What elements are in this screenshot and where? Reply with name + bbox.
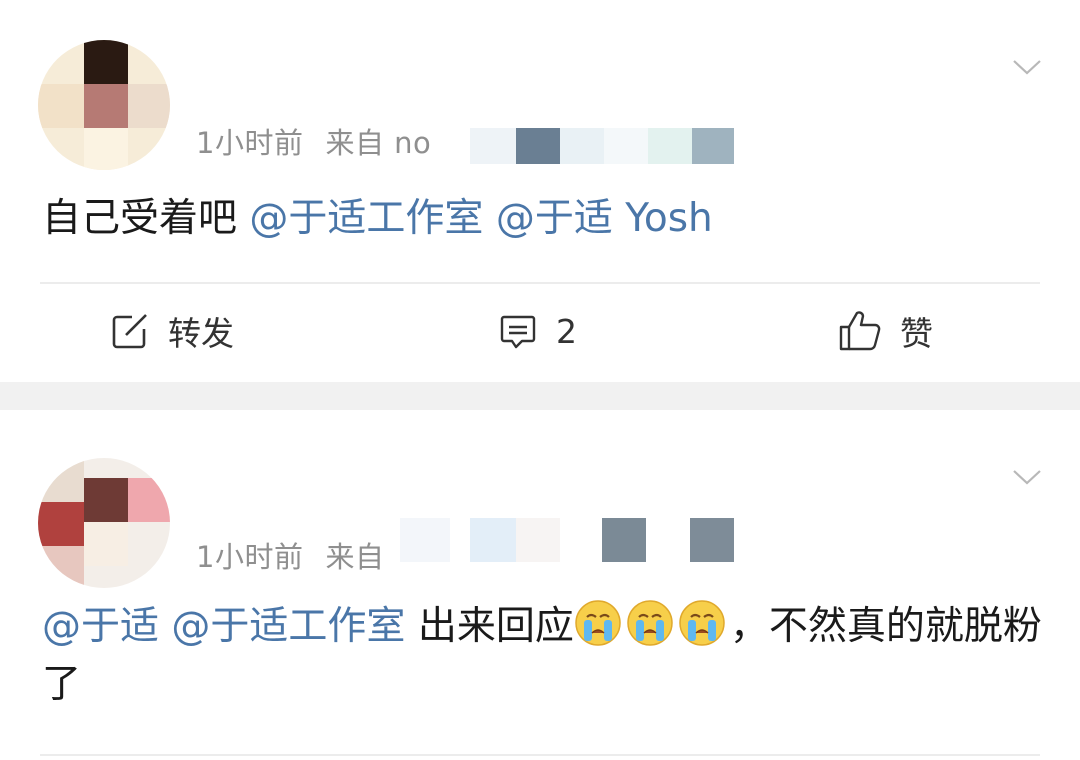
repost-label: 转发 (168, 314, 234, 353)
post-meta: 1小时前 来自 no (196, 120, 453, 162)
pixelated-source (400, 518, 734, 562)
section-separator (0, 382, 1080, 410)
chevron-down-icon[interactable] (1012, 462, 1042, 492)
crying-emoji (575, 600, 621, 646)
post-content: 自己受着吧 @于适工作室 @于适 Yosh (42, 190, 713, 248)
mention-link[interactable]: @于适工作室 (171, 604, 405, 649)
post-source: 来自 (325, 540, 385, 574)
crying-emoji (679, 600, 725, 646)
post-meta: 1小时前 来自 (196, 534, 406, 576)
comment-bubble-icon (500, 315, 536, 349)
mention-link[interactable]: @于适工作室 (249, 196, 483, 241)
crying-emoji (627, 600, 673, 646)
post-source: 来自 no (325, 126, 432, 160)
chevron-down-icon[interactable] (1012, 52, 1042, 82)
post-time: 1小时前 (196, 126, 304, 160)
content-text (483, 196, 495, 241)
content-text (159, 604, 171, 649)
comment-count: 2 (556, 311, 577, 351)
like-button[interactable]: 赞 (838, 306, 933, 356)
mention-link[interactable]: @于适 Yosh (496, 196, 713, 241)
mention-link[interactable]: @于适 (42, 604, 159, 649)
pixelated-source (470, 128, 734, 164)
post-time: 1小时前 (196, 540, 304, 574)
avatar[interactable] (38, 458, 170, 588)
post-card: 1小时前 来自 @于适 @于适工作室 出来回应 ，不然真的就脱粉了 (0, 410, 1080, 760)
like-label: 赞 (900, 314, 933, 353)
post-content: @于适 @于适工作室 出来回应 ，不然真的就脱粉了 (42, 598, 1042, 714)
content-text: 自己受着吧 (42, 196, 250, 241)
content-text: 出来回应 (405, 604, 574, 649)
repost-button[interactable]: 转发 (110, 306, 234, 356)
share-square-icon (112, 314, 147, 349)
comment-button[interactable]: 2 (498, 306, 577, 356)
divider (40, 282, 1040, 284)
thumbs-up-icon (839, 311, 881, 351)
avatar[interactable] (38, 40, 170, 170)
divider (40, 754, 1040, 756)
post-card: 1小时前 来自 no 自己受着吧 @于适工作室 @于适 Yosh 转发 2 赞 (0, 0, 1080, 382)
